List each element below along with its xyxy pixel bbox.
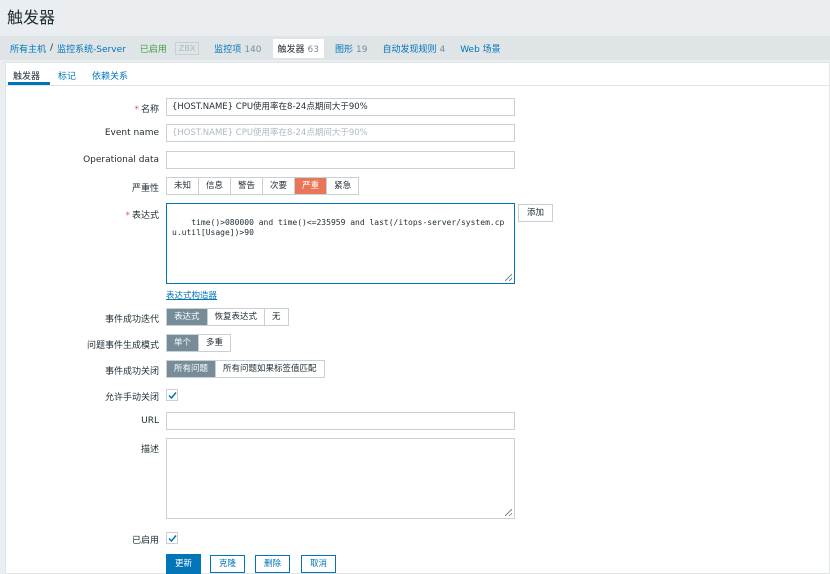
triggers-link[interactable]: 触发器 63 (272, 38, 324, 58)
severity-not-classified[interactable]: 未知 (167, 178, 200, 194)
tab-dependencies[interactable]: 依赖关系 (92, 69, 128, 82)
tab-tags[interactable]: 标记 (58, 69, 76, 82)
expression-textarea[interactable]: time()>080000 and time()<=235959 and las… (166, 203, 515, 284)
allow-manual-close-checkbox[interactable] (166, 389, 178, 401)
host-navigation-bar: 所有主机 / 监控系统-Server 已启用 ZBX 监控项 140 触发器 63 … (0, 36, 830, 60)
checkmark-icon (168, 392, 177, 400)
ok-event-none[interactable]: 无 (265, 309, 288, 325)
items-link[interactable]: 监控项 140 (214, 42, 261, 55)
expression-label: * 表达式 (125, 211, 159, 221)
url-label: URL (141, 416, 159, 426)
problem-event-mode-label: 问题事件生成模式 (86, 341, 159, 351)
ok-event-closes-label: 事件成功关闭 (104, 367, 159, 377)
zbx-availability-badge: ZBX (174, 41, 200, 55)
cancel-button[interactable]: 取消 (301, 555, 337, 573)
event-name-input[interactable]: {HOST.NAME} CPU使用率在8-24点期间大于90% (166, 124, 515, 142)
problem-event-mode-selector: 单个 多重 (166, 334, 232, 352)
graphs-link[interactable]: 图形 19 (335, 42, 367, 55)
ok-event-generation-label: 事件成功迭代 (104, 315, 159, 325)
severity-warning[interactable]: 警告 (231, 178, 264, 194)
closes-tag-match[interactable]: 所有问题如果标签值匹配 (216, 361, 324, 377)
enabled-checkbox[interactable] (166, 532, 178, 544)
ok-event-generation-selector: 表达式 恢复表达式 无 (166, 308, 289, 326)
name-input[interactable]: {HOST.NAME} CPU使用率在8-24点期间大于90% (166, 98, 515, 116)
discovery-rules-link[interactable]: 自动发现规则 4 (382, 42, 445, 55)
host-status-enabled[interactable]: 已启用 (140, 42, 167, 55)
problem-mode-multiple[interactable]: 多重 (199, 335, 231, 351)
severity-disaster[interactable]: 紧急 (327, 178, 359, 194)
severity-average[interactable]: 次要 (263, 178, 296, 194)
problem-mode-single[interactable]: 单个 (167, 335, 200, 351)
delete-button[interactable]: 删除 (255, 555, 291, 573)
name-label: * 名称 (134, 105, 159, 115)
severity-high[interactable]: 严重 (295, 178, 328, 194)
closes-all-problems[interactable]: 所有问题 (167, 361, 217, 377)
resize-grip-icon[interactable] (505, 274, 512, 281)
url-input[interactable] (166, 412, 515, 430)
ok-event-closes-selector: 所有问题 所有问题如果标签值匹配 (166, 360, 325, 378)
allow-manual-close-label: 允许手动关闭 (104, 393, 159, 403)
severity-label: 严重性 (131, 184, 159, 194)
trigger-form-card: 触发器 标记 依赖关系 * 名称 {HOST.NAME} CPU使用率在8-24点… (5, 62, 830, 574)
enabled-label: 已启用 (131, 536, 159, 546)
breadcrumb-separator: / (50, 43, 54, 53)
event-name-label: Event name (104, 128, 159, 138)
add-expression-button[interactable]: 添加 (518, 204, 554, 222)
form-tabs: 触发器 标记 依赖关系 (6, 63, 829, 86)
all-hosts-link[interactable]: 所有主机 (10, 42, 46, 55)
page-title: 触发器 (7, 8, 56, 27)
expression-constructor-link[interactable]: 表达式构造器 (166, 289, 217, 301)
description-textarea[interactable] (166, 438, 515, 519)
operational-data-input[interactable] (166, 151, 515, 169)
ok-event-recovery-expression[interactable]: 恢复表达式 (207, 309, 266, 325)
resize-grip-icon[interactable] (505, 509, 512, 516)
clone-button[interactable]: 克隆 (210, 555, 246, 573)
active-tab-indicator (8, 82, 50, 85)
checkmark-icon (168, 535, 177, 543)
severity-selector: 未知 信息 警告 次要 严重 紧急 (166, 177, 360, 195)
tab-trigger[interactable]: 触发器 (13, 69, 40, 82)
operational-data-label: Operational data (83, 155, 159, 165)
update-button[interactable]: 更新 (166, 554, 202, 574)
ok-event-expression[interactable]: 表达式 (167, 309, 208, 325)
expression-text: time()>080000 and time()<=235959 and las… (172, 218, 505, 237)
description-label: 描述 (140, 445, 159, 455)
host-link[interactable]: 监控系统-Server (57, 42, 126, 55)
web-scenarios-link[interactable]: Web 场景 (460, 42, 500, 55)
severity-information[interactable]: 信息 (199, 178, 232, 194)
